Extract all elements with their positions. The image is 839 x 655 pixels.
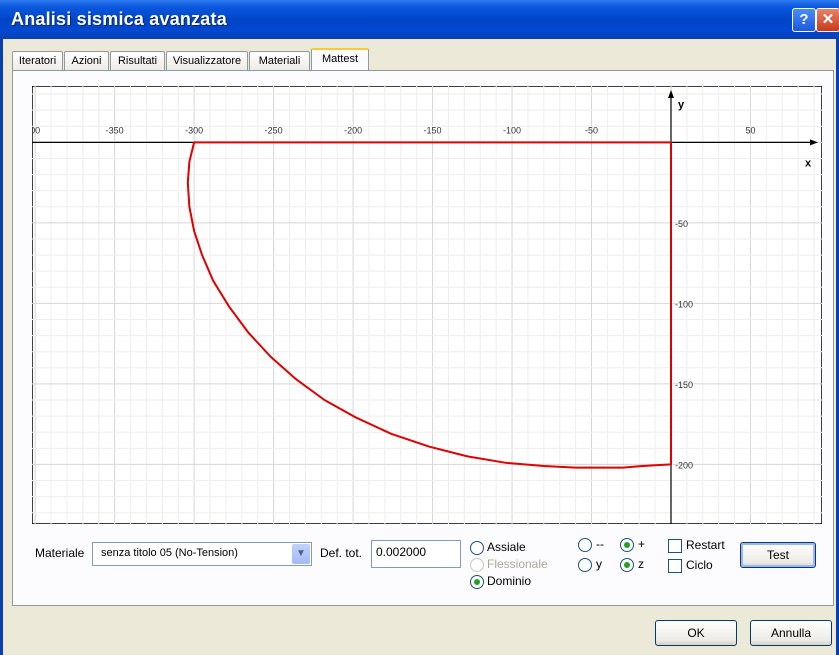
radio-sign-minus-label: -- bbox=[596, 537, 604, 551]
x-axis-label: x bbox=[805, 157, 812, 169]
material-label: Materiale bbox=[35, 546, 85, 560]
def-tot-label: Def. tot. bbox=[320, 546, 363, 560]
tab-materiali[interactable]: Materiali bbox=[249, 51, 310, 70]
tab-iteratori[interactable]: Iteratori bbox=[12, 51, 63, 70]
material-test-chart: x y 00 -350 -300 -250 -200 -150 -100 -50 50 -50 -10… bbox=[32, 86, 822, 524]
x-tick-label: -100 bbox=[503, 125, 521, 135]
def-tot-input[interactable] bbox=[376, 545, 456, 559]
radio-sign-plus-label: + bbox=[638, 537, 646, 551]
window-title: Analisi sismica avanzata bbox=[11, 9, 227, 29]
title-bar[interactable]: Analisi sismica avanzata ? ✕ bbox=[0, 0, 839, 39]
material-select-value: senza titolo 05 (No-Tension) bbox=[101, 547, 238, 559]
x-tick-label: -350 bbox=[106, 125, 124, 135]
y-tick-label: -50 bbox=[675, 219, 688, 229]
close-button[interactable]: ✕ bbox=[816, 8, 839, 32]
y-tick-label: -150 bbox=[675, 380, 693, 390]
radio-flessionale-label: Flessionale bbox=[487, 557, 548, 571]
window-frame-left bbox=[0, 39, 3, 655]
material-select[interactable]: senza titolo 05 (No-Tension) ▼ bbox=[92, 542, 312, 566]
radio-sign-minus[interactable] bbox=[578, 538, 592, 552]
tab-risultati[interactable]: Risultati bbox=[110, 51, 165, 70]
radio-axis-y-label: y bbox=[596, 557, 602, 571]
test-button[interactable]: Test bbox=[740, 542, 816, 568]
radio-dominio[interactable] bbox=[470, 575, 484, 589]
x-tick-label: -50 bbox=[585, 125, 598, 135]
x-tick-label: -250 bbox=[265, 125, 283, 135]
y-tick-label: -200 bbox=[675, 460, 693, 470]
radio-axis-y[interactable] bbox=[578, 558, 592, 572]
ciclo-checkbox[interactable] bbox=[668, 559, 682, 573]
radio-dominio-label: Dominio bbox=[487, 574, 532, 588]
y-axis-label: y bbox=[678, 99, 685, 111]
dialog-window: Analisi sismica avanzata ? ✕ Iteratori A… bbox=[0, 0, 839, 655]
radio-assiale-label: Assiale bbox=[487, 540, 526, 554]
cancel-button[interactable]: Annulla bbox=[750, 620, 832, 646]
tab-azioni[interactable]: Azioni bbox=[64, 51, 109, 70]
tab-mattest[interactable]: Mattest bbox=[311, 48, 369, 72]
chart-frame bbox=[32, 86, 822, 524]
ciclo-label: Ciclo bbox=[686, 558, 713, 572]
radio-assiale[interactable] bbox=[470, 541, 484, 555]
restart-checkbox[interactable] bbox=[668, 539, 682, 553]
x-tick-label: -200 bbox=[344, 125, 362, 135]
radio-selected-dot bbox=[624, 562, 630, 568]
ok-button[interactable]: OK bbox=[655, 620, 737, 646]
x-tick-label: 50 bbox=[745, 125, 755, 135]
y-tick-label: -100 bbox=[675, 299, 693, 309]
radio-flessionale bbox=[470, 558, 484, 572]
radio-sign-plus[interactable] bbox=[620, 538, 634, 552]
x-tick-label: -150 bbox=[424, 125, 442, 135]
x-tick-label: 00 bbox=[32, 125, 40, 135]
x-tick-label: -300 bbox=[185, 125, 203, 135]
help-button[interactable]: ? bbox=[792, 8, 816, 32]
restart-label: Restart bbox=[686, 538, 725, 552]
radio-axis-z[interactable] bbox=[620, 558, 634, 572]
chevron-down-icon[interactable]: ▼ bbox=[292, 544, 310, 564]
radio-selected-dot bbox=[624, 542, 630, 548]
def-tot-field[interactable] bbox=[371, 540, 461, 568]
radio-axis-z-label: z bbox=[638, 557, 644, 571]
radio-selected-dot bbox=[474, 579, 480, 585]
tab-visualizzatore[interactable]: Visualizzatore bbox=[166, 51, 248, 70]
